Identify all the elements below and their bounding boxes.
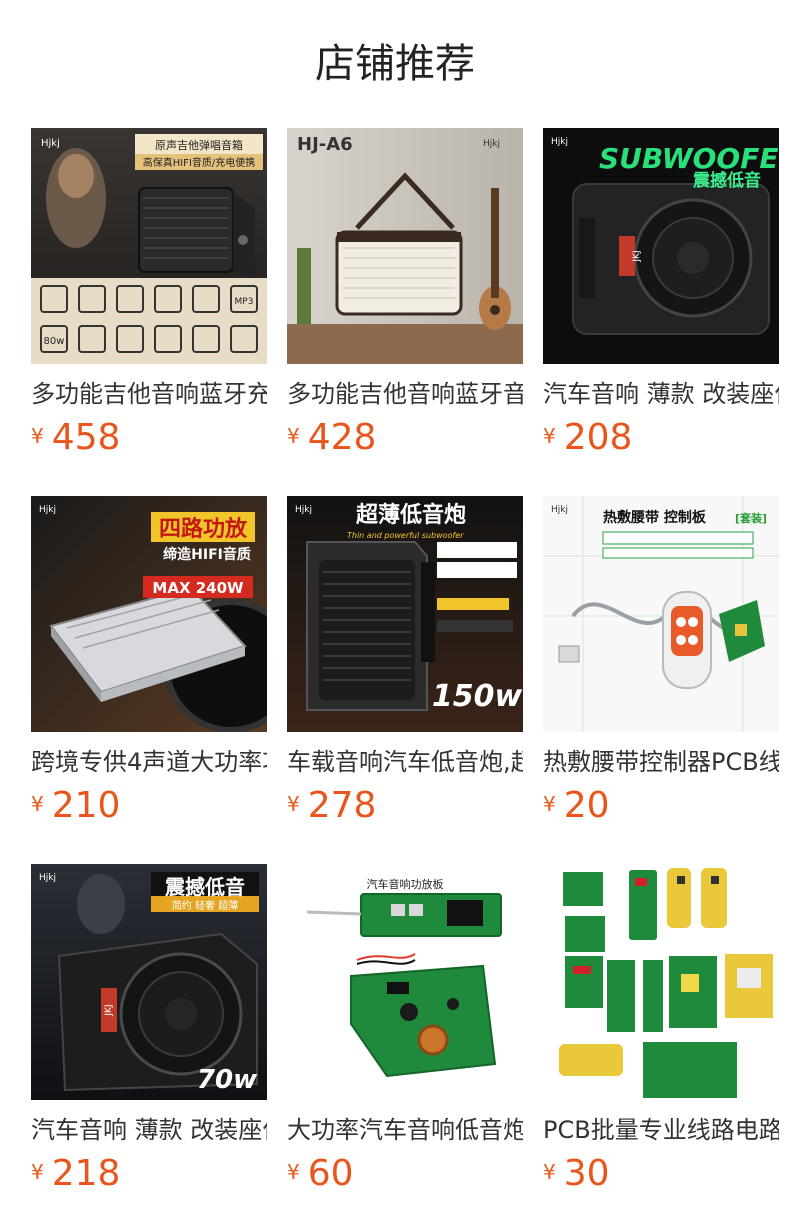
product-price: ¥218 (31, 1152, 120, 1196)
price-amount: 208 (563, 417, 633, 458)
brand-logo: Hjkj (483, 139, 500, 149)
product-name[interactable]: 多功能吉他音响蓝牙充电便携 (31, 378, 267, 410)
product-card[interactable]: HJ-A6 Hjkj 多功能吉他音响蓝牙音箱 ¥428 (287, 128, 523, 458)
product-price: ¥210 (31, 784, 120, 828)
product-card[interactable]: 汽车音响功放板 大功率汽车音响低音炮功放板 ¥60 (287, 864, 523, 1194)
product-image[interactable]: Hjkj 原声吉他弹唱音箱 高保真HIFI音质/充电便携 80w MP3 (31, 128, 267, 364)
product-name[interactable]: 跨境专供4声道大功率功放 (31, 746, 267, 778)
product-name[interactable]: 汽车音响 薄款 改装座位下 (31, 1114, 267, 1146)
currency-symbol: ¥ (287, 1160, 300, 1184)
product-image[interactable] (543, 864, 779, 1100)
brand-logo: Hjkj (39, 873, 56, 883)
image-subline: Thin and powerful subwoofer (347, 531, 464, 540)
product-price: ¥60 (287, 1152, 354, 1196)
product-name[interactable]: 大功率汽车音响低音炮功放板 (287, 1114, 523, 1146)
image-label: JKJ (104, 1004, 114, 1016)
price-amount: 210 (51, 785, 121, 826)
image-label: MAX 240W (152, 579, 244, 597)
image-subline: 高保真HIFI音质/充电便携 (143, 156, 256, 169)
product-name[interactable]: 多功能吉他音响蓝牙音箱 (287, 378, 523, 410)
currency-symbol: ¥ (31, 424, 44, 448)
image-headline: 原声吉他弹唱音箱 (155, 138, 243, 152)
product-name[interactable]: 汽车音响 薄款 改装座位下 (543, 378, 779, 410)
brand-logo: Hjkj (551, 137, 568, 147)
product-card[interactable]: 超薄低音炮 Thin and powerful subwoofer 150w H… (287, 496, 523, 826)
product-card[interactable]: Hjkj 原声吉他弹唱音箱 高保真HIFI音质/充电便携 80w MP3 多功能… (31, 128, 267, 458)
image-subline: 简约 轻奢 超薄 (172, 899, 238, 912)
price-amount: 60 (307, 1153, 354, 1194)
price-amount: 218 (51, 1153, 121, 1194)
price-amount: 458 (51, 417, 121, 458)
image-label: 70w (197, 1065, 258, 1095)
price-amount: 278 (307, 785, 377, 826)
currency-symbol: ¥ (543, 792, 556, 816)
product-price: ¥278 (287, 784, 376, 828)
brand-logo: Hjkj (41, 138, 60, 149)
product-image[interactable]: 震撼低音 简约 轻奢 超薄 70w JKJ Hjkj (31, 864, 267, 1100)
image-label: MP3 (235, 297, 254, 307)
page-title: 店铺推荐 (315, 41, 475, 87)
product-card[interactable]: 四路功放 缔造HIFI音质 MAX 240W Hjkj 跨境专供4声道大功率功放… (31, 496, 267, 826)
image-subline: 缔造HIFI音质 (163, 546, 251, 563)
brand-logo: Hjkj (39, 505, 56, 515)
image-headline: 汽车音响功放板 (367, 877, 444, 891)
image-headline: 热敷腰带 控制板 (603, 509, 707, 526)
price-amount: 20 (563, 785, 610, 826)
product-image[interactable]: 汽车音响功放板 (287, 864, 523, 1100)
image-headline: 超薄低音炮 (356, 502, 466, 528)
image-label: JKJ (632, 250, 642, 262)
product-card[interactable]: 热敷腰带 控制板 [套装] Hjkj 热敷腰带控制器PCB线路板 ¥20 (543, 496, 779, 826)
brand-logo: Hjkj (551, 505, 568, 515)
product-card[interactable]: 震撼低音 简约 轻奢 超薄 70w JKJ Hjkj 汽车音响 薄款 改装座位下… (31, 864, 267, 1194)
image-subline: 震撼低音 (692, 170, 761, 191)
currency-symbol: ¥ (287, 792, 300, 816)
image-label: 80w (44, 336, 65, 347)
brand-logo: Hjkj (295, 505, 312, 515)
product-price: ¥208 (543, 416, 632, 460)
price-amount: 428 (307, 417, 377, 458)
product-image[interactable]: 超薄低音炮 Thin and powerful subwoofer 150w H… (287, 496, 523, 732)
product-image[interactable]: 四路功放 缔造HIFI音质 MAX 240W Hjkj (31, 496, 267, 732)
product-price: ¥30 (543, 1152, 610, 1196)
product-card[interactable]: SUBWOOFER 震撼低音 JKJ Hjkj 汽车音响 薄款 改装座位下 ¥2… (543, 128, 779, 458)
image-headline: 四路功放 (159, 516, 248, 542)
product-grid: Hjkj 原声吉他弹唱音箱 高保真HIFI音质/充电便携 80w MP3 多功能… (31, 128, 779, 1194)
product-image[interactable]: SUBWOOFER 震撼低音 JKJ Hjkj (543, 128, 779, 364)
image-subline: [套装] (735, 511, 767, 525)
product-card[interactable]: PCB批量专业线路电路板 ¥30 (543, 864, 779, 1194)
currency-symbol: ¥ (31, 1160, 44, 1184)
product-price: ¥458 (31, 416, 120, 460)
product-price: ¥20 (543, 784, 610, 828)
product-name[interactable]: PCB批量专业线路电路板 (543, 1114, 779, 1146)
image-label: 150w (432, 679, 523, 714)
product-name[interactable]: 热敷腰带控制器PCB线路板 (543, 746, 779, 778)
product-price: ¥428 (287, 416, 376, 460)
product-image[interactable]: 热敷腰带 控制板 [套装] Hjkj (543, 496, 779, 732)
product-image[interactable]: HJ-A6 Hjkj (287, 128, 523, 364)
currency-symbol: ¥ (31, 792, 44, 816)
currency-symbol: ¥ (287, 424, 300, 448)
image-headline: HJ-A6 (297, 134, 353, 155)
currency-symbol: ¥ (543, 1160, 556, 1184)
product-name[interactable]: 车载音响汽车低音炮,超薄 (287, 746, 523, 778)
price-amount: 30 (563, 1153, 610, 1194)
currency-symbol: ¥ (543, 424, 556, 448)
image-headline: 震撼低音 (165, 875, 245, 899)
